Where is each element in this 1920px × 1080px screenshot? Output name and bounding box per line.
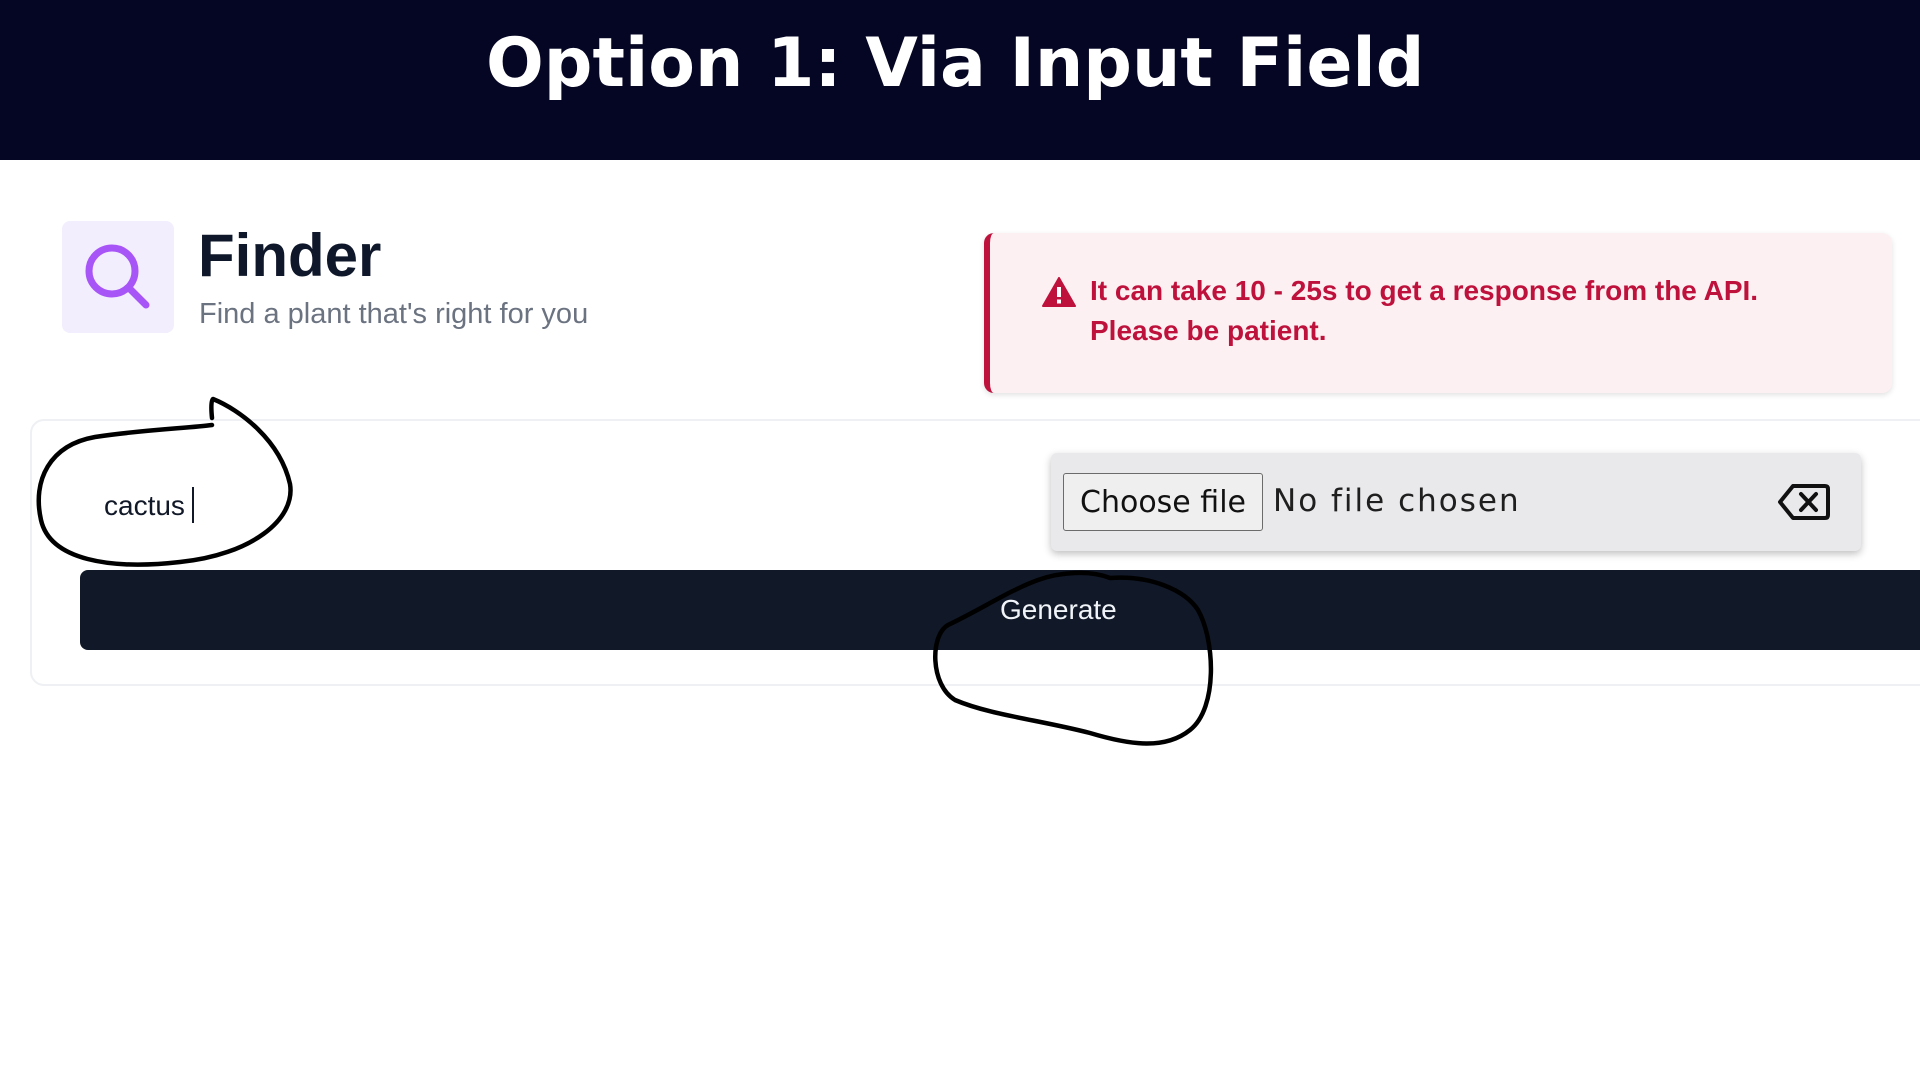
- text-cursor: [192, 487, 194, 523]
- banner: Option 1: Via Input Field: [0, 0, 1920, 160]
- file-upload: Choose file No file chosen: [1051, 453, 1861, 551]
- api-wait-alert: It can take 10 - 25s to get a response f…: [984, 233, 1892, 393]
- backspace-icon: [1778, 484, 1830, 520]
- app-logo: [62, 221, 174, 333]
- generate-button[interactable]: Generate: [80, 570, 1920, 650]
- search-icon: [85, 244, 150, 309]
- warning-icon: [1042, 277, 1076, 307]
- choose-file-button[interactable]: Choose file: [1063, 473, 1263, 531]
- banner-title: Option 1: Via Input Field: [486, 24, 1425, 103]
- search-input[interactable]: [90, 478, 664, 534]
- clear-file-button[interactable]: [1777, 481, 1831, 523]
- alert-message: It can take 10 - 25s to get a response f…: [1090, 275, 1759, 346]
- page-subtitle: Find a plant that's right for you: [199, 298, 589, 330]
- file-status-text: No file chosen: [1273, 483, 1521, 519]
- page-title: Finder: [198, 222, 382, 289]
